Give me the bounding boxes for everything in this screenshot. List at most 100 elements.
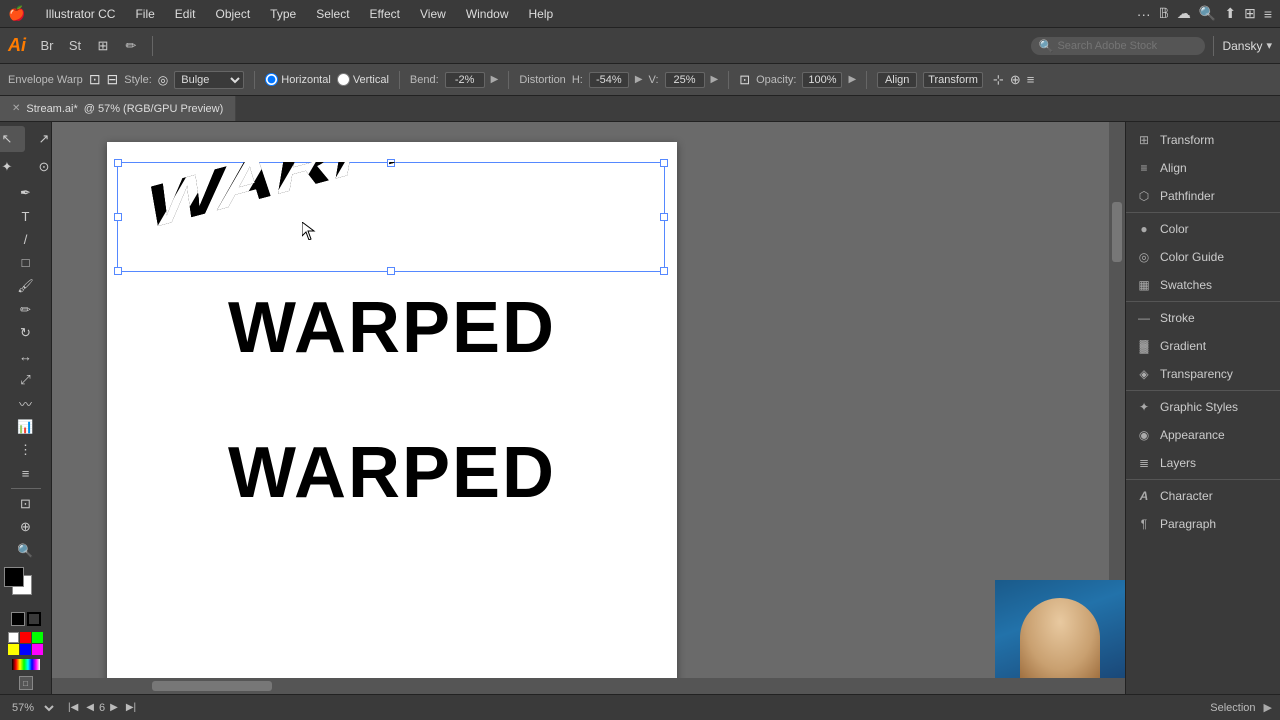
v-value[interactable]: 25% [665, 72, 705, 88]
foreground-color-swatch[interactable] [4, 567, 24, 587]
draw-mode-btn[interactable]: □ [19, 676, 33, 690]
behance-icon[interactable]: 𝔹 [1159, 5, 1169, 22]
white-swatch[interactable] [8, 632, 19, 643]
panel-item-color[interactable]: ● Color [1126, 215, 1280, 243]
transform-btn[interactable]: Transform [923, 72, 983, 88]
column-graph-tool[interactable]: ≡ [8, 463, 44, 484]
search-icon[interactable]: 🔍 [1199, 5, 1216, 22]
warped-text-section[interactable]: WARPED WARPED [117, 162, 657, 267]
creative-cloud-icon[interactable]: ☁ [1177, 5, 1191, 22]
share-icon[interactable]: ⬆ [1224, 5, 1236, 22]
panel-item-layers[interactable]: ≣ Layers [1126, 449, 1280, 477]
blue-swatch[interactable] [20, 644, 31, 655]
panel-item-color-guide[interactable]: ◎ Color Guide [1126, 243, 1280, 271]
selection-tool[interactable]: ↖ [0, 126, 25, 152]
align-btn[interactable]: Align [877, 72, 917, 88]
bend-value[interactable]: -2% [445, 72, 485, 88]
green-swatch[interactable] [32, 632, 43, 643]
panel-item-appearance[interactable]: ◉ Appearance [1126, 421, 1280, 449]
reflect-tool[interactable]: ↔ [8, 346, 44, 367]
opacity-value[interactable]: 100% [802, 72, 842, 88]
status-play-btn[interactable]: ▶ [1264, 701, 1272, 714]
scrollbar-horizontal[interactable] [52, 678, 1109, 694]
rotate-tool[interactable]: ↻ [8, 322, 44, 343]
paintbrush-tool[interactable]: 🖌 [8, 276, 44, 297]
direct-selection-tool[interactable]: ↗ [26, 126, 52, 152]
panel-item-transparency[interactable]: ◈ Transparency [1126, 360, 1280, 388]
zoom-tool[interactable]: 🔍 [8, 540, 44, 561]
menu-type[interactable]: Type [262, 5, 304, 23]
scroll-thumb-h[interactable] [152, 681, 272, 691]
rect-tool[interactable]: □ [8, 252, 44, 273]
scale-tool[interactable]: ⤢ [8, 369, 44, 390]
slice-tool[interactable]: ⊕ [8, 517, 44, 538]
next-page-btn[interactable]: ▶ [107, 701, 121, 714]
layout-btn[interactable]: ⊞ [92, 35, 114, 57]
icon-btn-right1[interactable]: ⊹ [993, 72, 1004, 88]
first-page-btn[interactable]: |◀ [65, 701, 81, 714]
stock-btn[interactable]: St [64, 35, 86, 57]
opacity-arrow[interactable]: ▶ [848, 74, 856, 85]
vertical-radio[interactable]: Vertical [337, 73, 389, 86]
pencil-tool[interactable]: ✏ [8, 299, 44, 320]
last-page-btn[interactable]: ▶| [123, 701, 139, 714]
yellow-swatch[interactable] [8, 644, 19, 655]
panel-item-character[interactable]: A Character [1126, 482, 1280, 510]
horizontal-radio[interactable]: Horizontal [265, 73, 331, 86]
menu-object[interactable]: Object [207, 5, 258, 23]
warp-tool[interactable]: 〰 [8, 393, 44, 414]
lasso-tool[interactable]: ⊙ [26, 154, 52, 180]
line-tool[interactable]: / [8, 229, 44, 250]
canvas-area[interactable]: WARPED WARPED [52, 122, 1125, 694]
menu-window[interactable]: Window [458, 5, 517, 23]
menu-illustrator[interactable]: Illustrator CC [37, 5, 123, 23]
menu-select[interactable]: Select [308, 5, 357, 23]
document-tab[interactable]: ✕ Stream.ai* @ 57% (RGB/GPU Preview) [0, 96, 236, 121]
red-swatch[interactable] [20, 632, 31, 643]
stroke-swatch[interactable] [27, 612, 41, 626]
menu-extra-icon[interactable]: ≡ [1264, 6, 1272, 22]
pen-tool[interactable]: ✒ [8, 182, 44, 203]
menu-file[interactable]: File [127, 5, 162, 23]
magic-wand-tool[interactable]: ✦ [0, 154, 25, 180]
fill-swatch[interactable] [11, 612, 25, 626]
panel-item-align[interactable]: ≡ Align [1126, 154, 1280, 182]
menu-help[interactable]: Help [521, 5, 562, 23]
panel-item-graphic-styles[interactable]: ✦ Graphic Styles [1126, 393, 1280, 421]
panel-item-paragraph[interactable]: ¶ Paragraph [1126, 510, 1280, 538]
magenta-swatch[interactable] [32, 644, 43, 655]
pen-btn[interactable]: ✏ [120, 35, 142, 57]
panel-item-swatches[interactable]: ▦ Swatches [1126, 271, 1280, 299]
menu-edit[interactable]: Edit [167, 5, 204, 23]
graph-tool[interactable]: 📊 [8, 416, 44, 437]
h-value[interactable]: -54% [589, 72, 629, 88]
style-select[interactable]: Bulge Arc Arch Flag Wave Fish Rise Fishe… [174, 71, 244, 89]
type-tool[interactable]: T [8, 205, 44, 226]
icon-btn-right3[interactable]: ≡ [1027, 72, 1035, 87]
h-arrow[interactable]: ▶ [635, 74, 643, 85]
stock-search[interactable]: 🔍 [1031, 37, 1206, 55]
menu-view[interactable]: View [412, 5, 454, 23]
symbol-tool[interactable]: ⋮ [8, 439, 44, 460]
bend-arrow[interactable]: ▶ [491, 74, 499, 85]
arrange-icon[interactable]: ⊞ [1244, 5, 1256, 22]
panel-item-gradient[interactable]: ▓ Gradient [1126, 332, 1280, 360]
scroll-thumb-v[interactable] [1112, 202, 1122, 262]
gradient-bar[interactable] [12, 659, 40, 671]
user-dropdown-icon[interactable]: ▾ [1266, 39, 1272, 52]
panel-item-pathfinder[interactable]: ⬡ Pathfinder [1126, 182, 1280, 210]
icon-btn-right2[interactable]: ⊕ [1010, 72, 1021, 88]
more-icon[interactable]: ··· [1137, 6, 1151, 22]
v-arrow[interactable]: ▶ [711, 74, 719, 85]
apple-icon[interactable]: 🍎 [8, 5, 25, 22]
bridge-btn[interactable]: Br [36, 35, 58, 57]
panel-item-stroke[interactable]: — Stroke [1126, 304, 1280, 332]
panel-item-transform[interactable]: ⊞ Transform [1126, 126, 1280, 154]
menu-effect[interactable]: Effect [362, 5, 408, 23]
tab-close-btn[interactable]: ✕ [12, 103, 20, 114]
zoom-select[interactable]: 57% 100% 200% 50% 25% [8, 701, 57, 715]
artboard-tool[interactable]: ⊡ [8, 493, 44, 514]
stock-search-input[interactable] [1057, 40, 1197, 52]
transparency-label: Transparency [1160, 367, 1233, 381]
prev-page-btn[interactable]: ◀ [83, 701, 97, 714]
